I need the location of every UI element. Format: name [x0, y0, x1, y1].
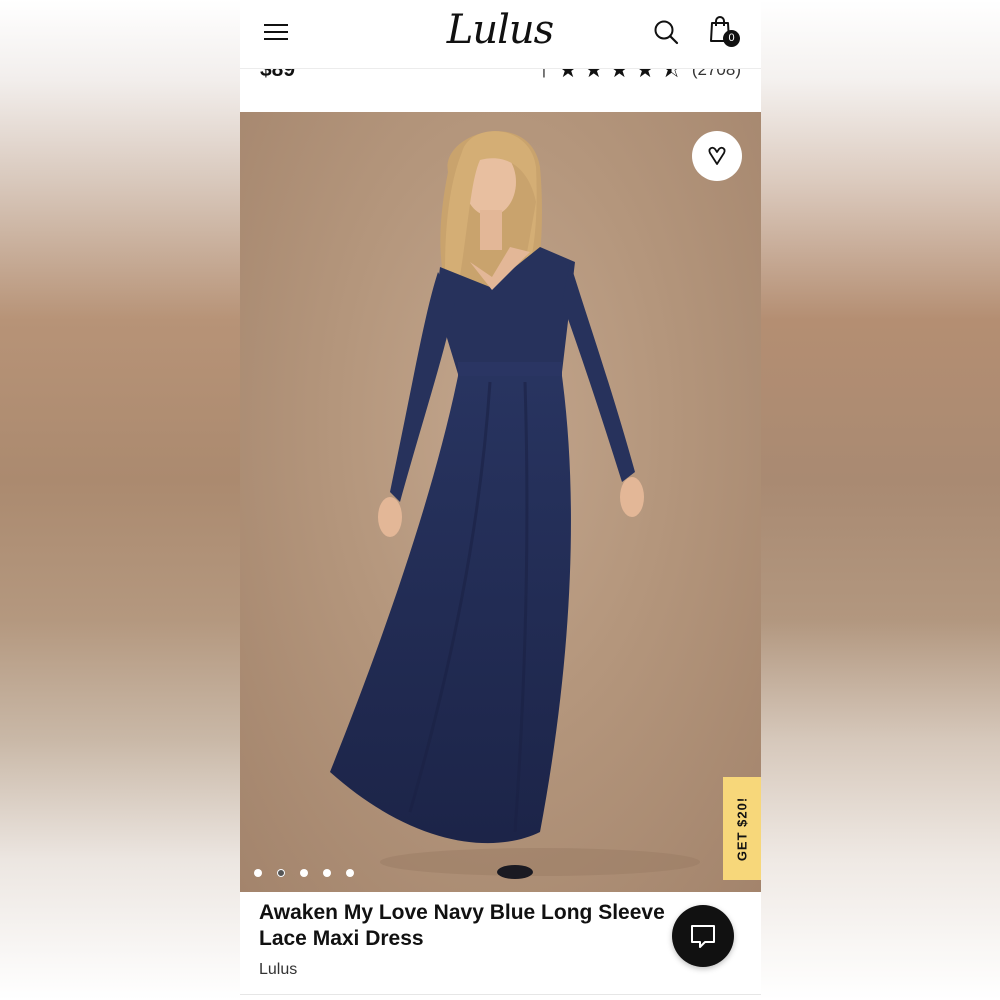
gallery-dot[interactable] [254, 869, 262, 877]
blurred-background-left [0, 0, 240, 1000]
product-image[interactable]: GET $20! [240, 112, 761, 892]
site-header: Lulus 0 [240, 0, 761, 69]
gallery-dot[interactable] [323, 869, 331, 877]
product-title: Awaken My Love Navy Blue Long Sleeve Lac… [259, 901, 665, 950]
cart-count-badge: 0 [723, 30, 740, 47]
chat-icon[interactable] [672, 905, 734, 967]
mobile-page: Lulus 0 $89 | ★ ★ ★ ★ ⯪ (2708) GET $20! … [240, 0, 761, 1000]
product-brand[interactable]: Lulus [259, 961, 297, 979]
gallery-dot[interactable] [300, 869, 308, 877]
promo-label: GET $20! [734, 796, 750, 861]
gallery-dot-active[interactable] [277, 869, 285, 877]
wishlist-heart-icon[interactable] [692, 131, 742, 181]
gallery-pagination [254, 869, 369, 877]
shopping-bag-icon[interactable]: 0 [706, 14, 742, 50]
search-icon[interactable] [652, 18, 680, 46]
promo-tab[interactable]: GET $20! [723, 777, 761, 880]
hamburger-menu-icon[interactable] [264, 20, 290, 42]
blurred-background-right [760, 0, 1000, 1000]
divider [240, 994, 761, 995]
brand-logo[interactable]: Lulus [440, 6, 560, 54]
dress-model-illustration [330, 131, 700, 879]
gallery-dot[interactable] [346, 869, 354, 877]
